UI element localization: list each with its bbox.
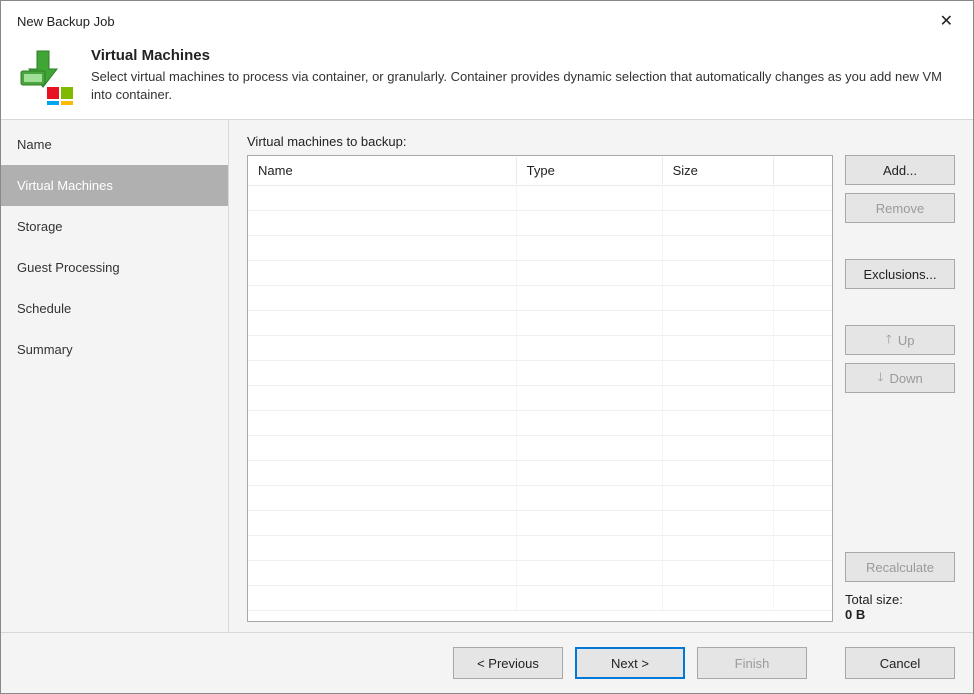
column-header-name[interactable]: Name [248,157,517,184]
table-row[interactable] [248,186,832,211]
column-header-type[interactable]: Type [517,157,663,184]
down-button[interactable]: 🡓 Down [845,363,955,393]
recalculate-button[interactable]: Recalculate [845,552,955,582]
table-row[interactable] [248,336,832,361]
table-row[interactable] [248,561,832,586]
up-button[interactable]: 🡑 Up [845,325,955,355]
table-row[interactable] [248,361,832,386]
remove-button[interactable]: Remove [845,193,955,223]
add-button[interactable]: Add... [845,155,955,185]
table-row[interactable] [248,386,832,411]
table-header: Name Type Size [248,156,832,186]
page-description: Select virtual machines to process via c… [91,68,957,103]
up-label: Up [898,333,915,348]
column-header-spacer [774,165,832,177]
table-label: Virtual machines to backup: [247,134,955,149]
table-row[interactable] [248,411,832,436]
wizard-footer: < Previous Next > Finish Cancel [1,632,973,693]
table-row[interactable] [248,236,832,261]
total-size: Total size: 0 B [845,592,955,622]
table-body [248,186,832,621]
table-row[interactable] [248,536,832,561]
sidebar-item-storage[interactable]: Storage [1,206,228,247]
table-row[interactable] [248,586,832,611]
finish-button[interactable]: Finish [697,647,807,679]
window-title: New Backup Job [17,14,115,29]
sidebar-item-name[interactable]: Name [1,124,228,165]
exclusions-button[interactable]: Exclusions... [845,259,955,289]
arrow-up-icon: 🡑 [886,330,892,351]
table-row[interactable] [248,511,832,536]
previous-button[interactable]: < Previous [453,647,563,679]
close-icon[interactable]: ✕ [932,9,961,33]
table-row[interactable] [248,461,832,486]
table-row[interactable] [248,261,832,286]
total-size-label: Total size: [845,592,955,607]
sidebar-item-schedule[interactable]: Schedule [1,288,228,329]
table-row[interactable] [248,311,832,336]
sidebar-item-guest-processing[interactable]: Guest Processing [1,247,228,288]
wizard-header: Virtual Machines Select virtual machines… [1,37,973,120]
arrow-down-icon: 🡓 [877,368,883,389]
table-row[interactable] [248,436,832,461]
action-panel: Add... Remove Exclusions... 🡑 Up 🡓 Down … [845,155,955,622]
column-header-size[interactable]: Size [663,157,774,184]
sidebar-item-summary[interactable]: Summary [1,329,228,370]
cancel-button[interactable]: Cancel [845,647,955,679]
sidebar-item-virtual-machines[interactable]: Virtual Machines [1,165,228,206]
table-row[interactable] [248,211,832,236]
table-row[interactable] [248,286,832,311]
table-row[interactable] [248,486,832,511]
vm-table[interactable]: Name Type Size [247,155,833,622]
page-title: Virtual Machines [91,47,957,64]
wizard-sidebar: Name Virtual Machines Storage Guest Proc… [1,120,229,632]
titlebar: New Backup Job ✕ [1,1,973,37]
down-label: Down [890,371,923,386]
backup-icon [17,47,77,107]
total-size-value: 0 B [845,607,955,622]
next-button[interactable]: Next > [575,647,685,679]
